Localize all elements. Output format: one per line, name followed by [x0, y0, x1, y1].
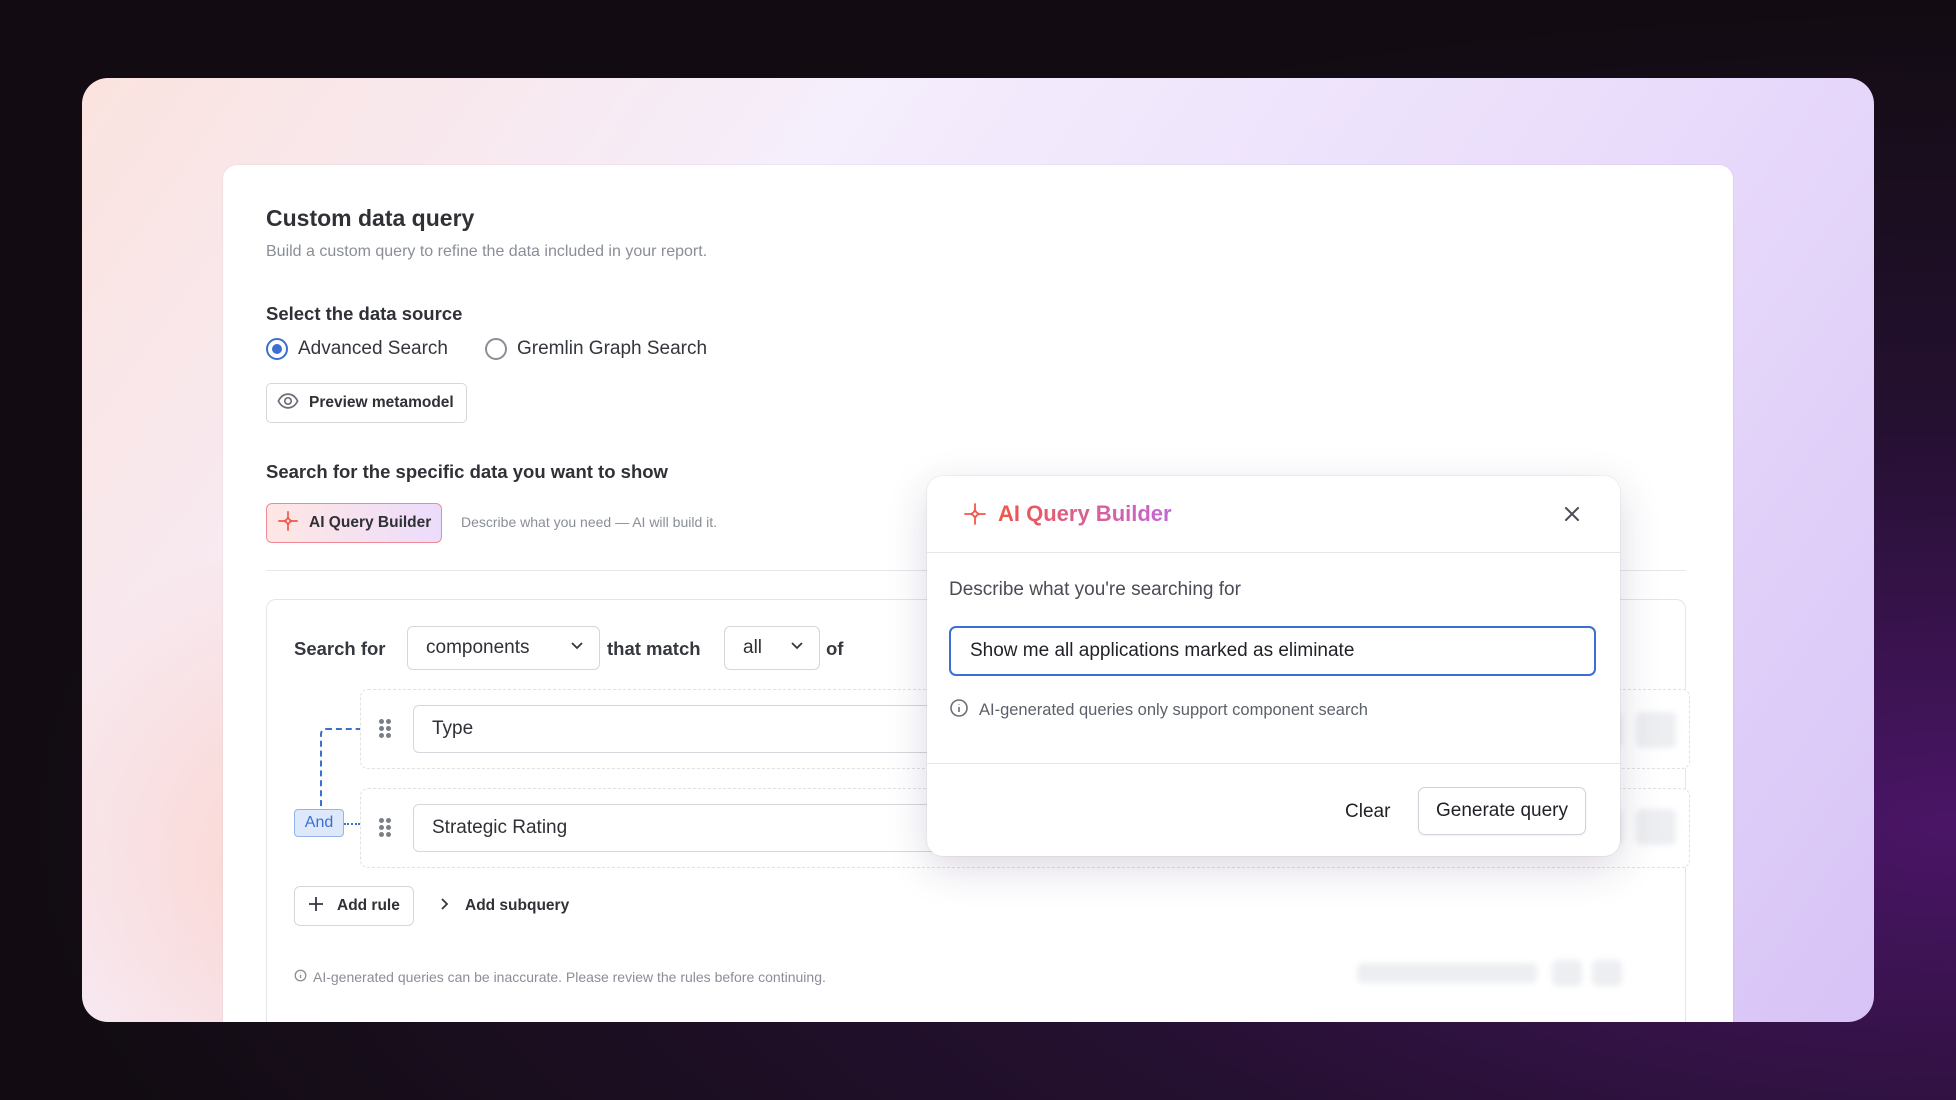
- footer-action-placeholder: [1357, 963, 1537, 983]
- search-for-label: Search for: [294, 638, 386, 659]
- button-label: Add subquery: [465, 897, 570, 914]
- and-connector-badge[interactable]: And: [294, 809, 344, 837]
- field-value: Type: [432, 718, 474, 739]
- sparkle-icon: [277, 510, 299, 537]
- plus-icon: [307, 895, 325, 918]
- select-value: all: [743, 637, 763, 658]
- prompt-label: Describe what you're searching for: [949, 579, 1241, 600]
- rule-action-placeholder: [1636, 809, 1676, 845]
- of-label: of: [826, 638, 844, 659]
- radio-unselected-icon[interactable]: [485, 338, 507, 360]
- button-label: Add rule: [337, 897, 400, 914]
- ai-query-builder-dialog: AI Query Builder Describe what you're se…: [927, 476, 1620, 856]
- page-title: Custom data query: [266, 205, 475, 231]
- footer-action-placeholder: [1552, 960, 1582, 986]
- info-icon: [294, 969, 307, 985]
- query-prompt-input[interactable]: [949, 626, 1596, 676]
- info-text: AI-generated queries only support compon…: [979, 701, 1368, 719]
- button-label: AI Query Builder: [309, 514, 432, 531]
- radio-advanced-search[interactable]: Advanced Search: [266, 338, 448, 360]
- ai-hint-text: Describe what you need — AI will build i…: [461, 514, 718, 530]
- chevron-right-icon: [437, 897, 451, 916]
- add-rule-button[interactable]: Add rule: [294, 886, 414, 926]
- divider: [927, 763, 1620, 764]
- dialog-info: AI-generated queries only support compon…: [949, 698, 1368, 723]
- generate-query-button[interactable]: Generate query: [1418, 787, 1586, 835]
- select-value: components: [426, 637, 530, 658]
- info-icon: [949, 698, 969, 723]
- radio-label: Gremlin Graph Search: [517, 338, 708, 359]
- field-value: Strategic Rating: [432, 817, 568, 838]
- connector-dotted-line: [344, 823, 360, 825]
- clear-button[interactable]: Clear: [1345, 789, 1390, 835]
- radio-selected-icon[interactable]: [266, 338, 288, 360]
- rule-connector-line: [320, 728, 362, 818]
- close-icon[interactable]: [1560, 502, 1584, 526]
- chevron-down-icon: [569, 637, 585, 659]
- footnote-text: AI-generated queries can be inaccurate. …: [313, 969, 826, 985]
- ai-query-builder-button[interactable]: AI Query Builder: [266, 503, 442, 543]
- match-select[interactable]: all: [724, 626, 820, 670]
- drag-handle-icon[interactable]: [379, 818, 391, 838]
- eye-icon: [277, 390, 299, 417]
- page-subtitle: Build a custom query to refine the data …: [266, 243, 708, 260]
- radio-label: Advanced Search: [298, 338, 448, 359]
- button-label: Preview metamodel: [309, 394, 454, 411]
- entity-select[interactable]: components: [407, 626, 600, 670]
- footer-action-placeholder: [1592, 960, 1622, 986]
- radio-gremlin-graph-search[interactable]: Gremlin Graph Search: [485, 338, 707, 360]
- drag-handle-icon[interactable]: [379, 719, 391, 739]
- preview-metamodel-button[interactable]: Preview metamodel: [266, 383, 467, 423]
- app-window: Custom data query Build a custom query t…: [82, 78, 1874, 1022]
- that-match-label: that match: [607, 638, 701, 659]
- search-section-label: Search for the specific data you want to…: [266, 461, 668, 482]
- add-subquery-button[interactable]: Add subquery: [437, 886, 569, 926]
- rule-action-placeholder: [1636, 712, 1676, 748]
- chevron-down-icon: [789, 637, 805, 659]
- sparkle-icon: [963, 502, 987, 526]
- ai-disclaimer: AI-generated queries can be inaccurate. …: [294, 969, 826, 985]
- dialog-header: AI Query Builder: [927, 476, 1620, 553]
- dialog-title: AI Query Builder: [998, 501, 1172, 526]
- data-source-label: Select the data source: [266, 303, 463, 324]
